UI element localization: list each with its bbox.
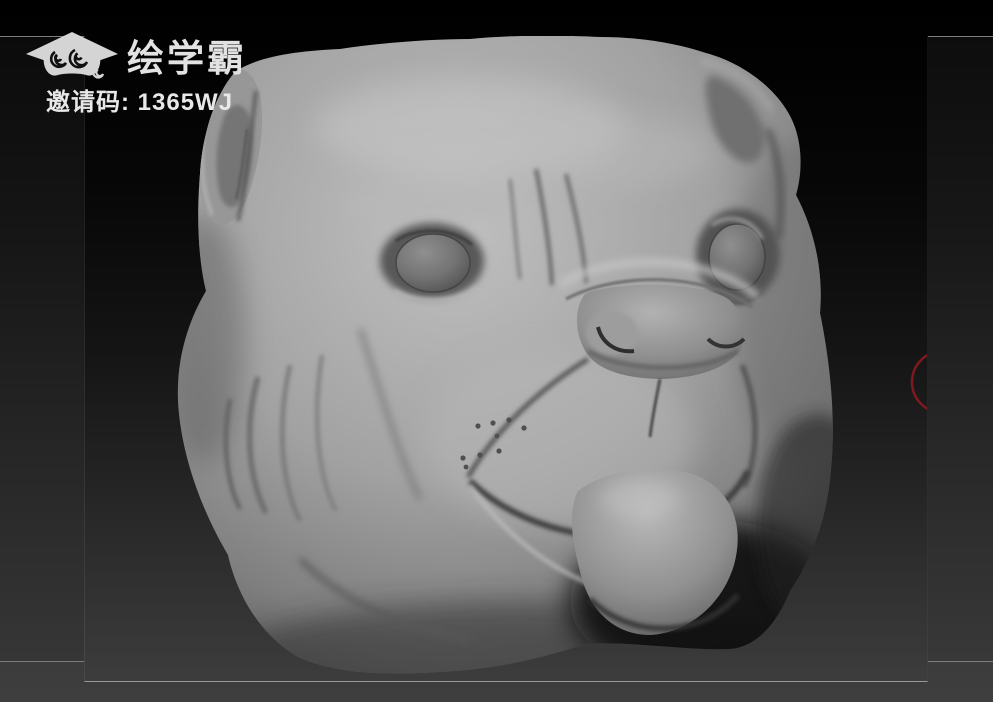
viewport-stage: 绘学霸 邀请码: 1365WJ <box>0 0 993 702</box>
document-canvas[interactable] <box>84 36 928 682</box>
left-tray-strip <box>0 36 84 662</box>
brush-cursor-ring <box>910 354 927 410</box>
bulldog-sculpture <box>177 36 927 674</box>
right-tray-strip <box>928 36 993 662</box>
